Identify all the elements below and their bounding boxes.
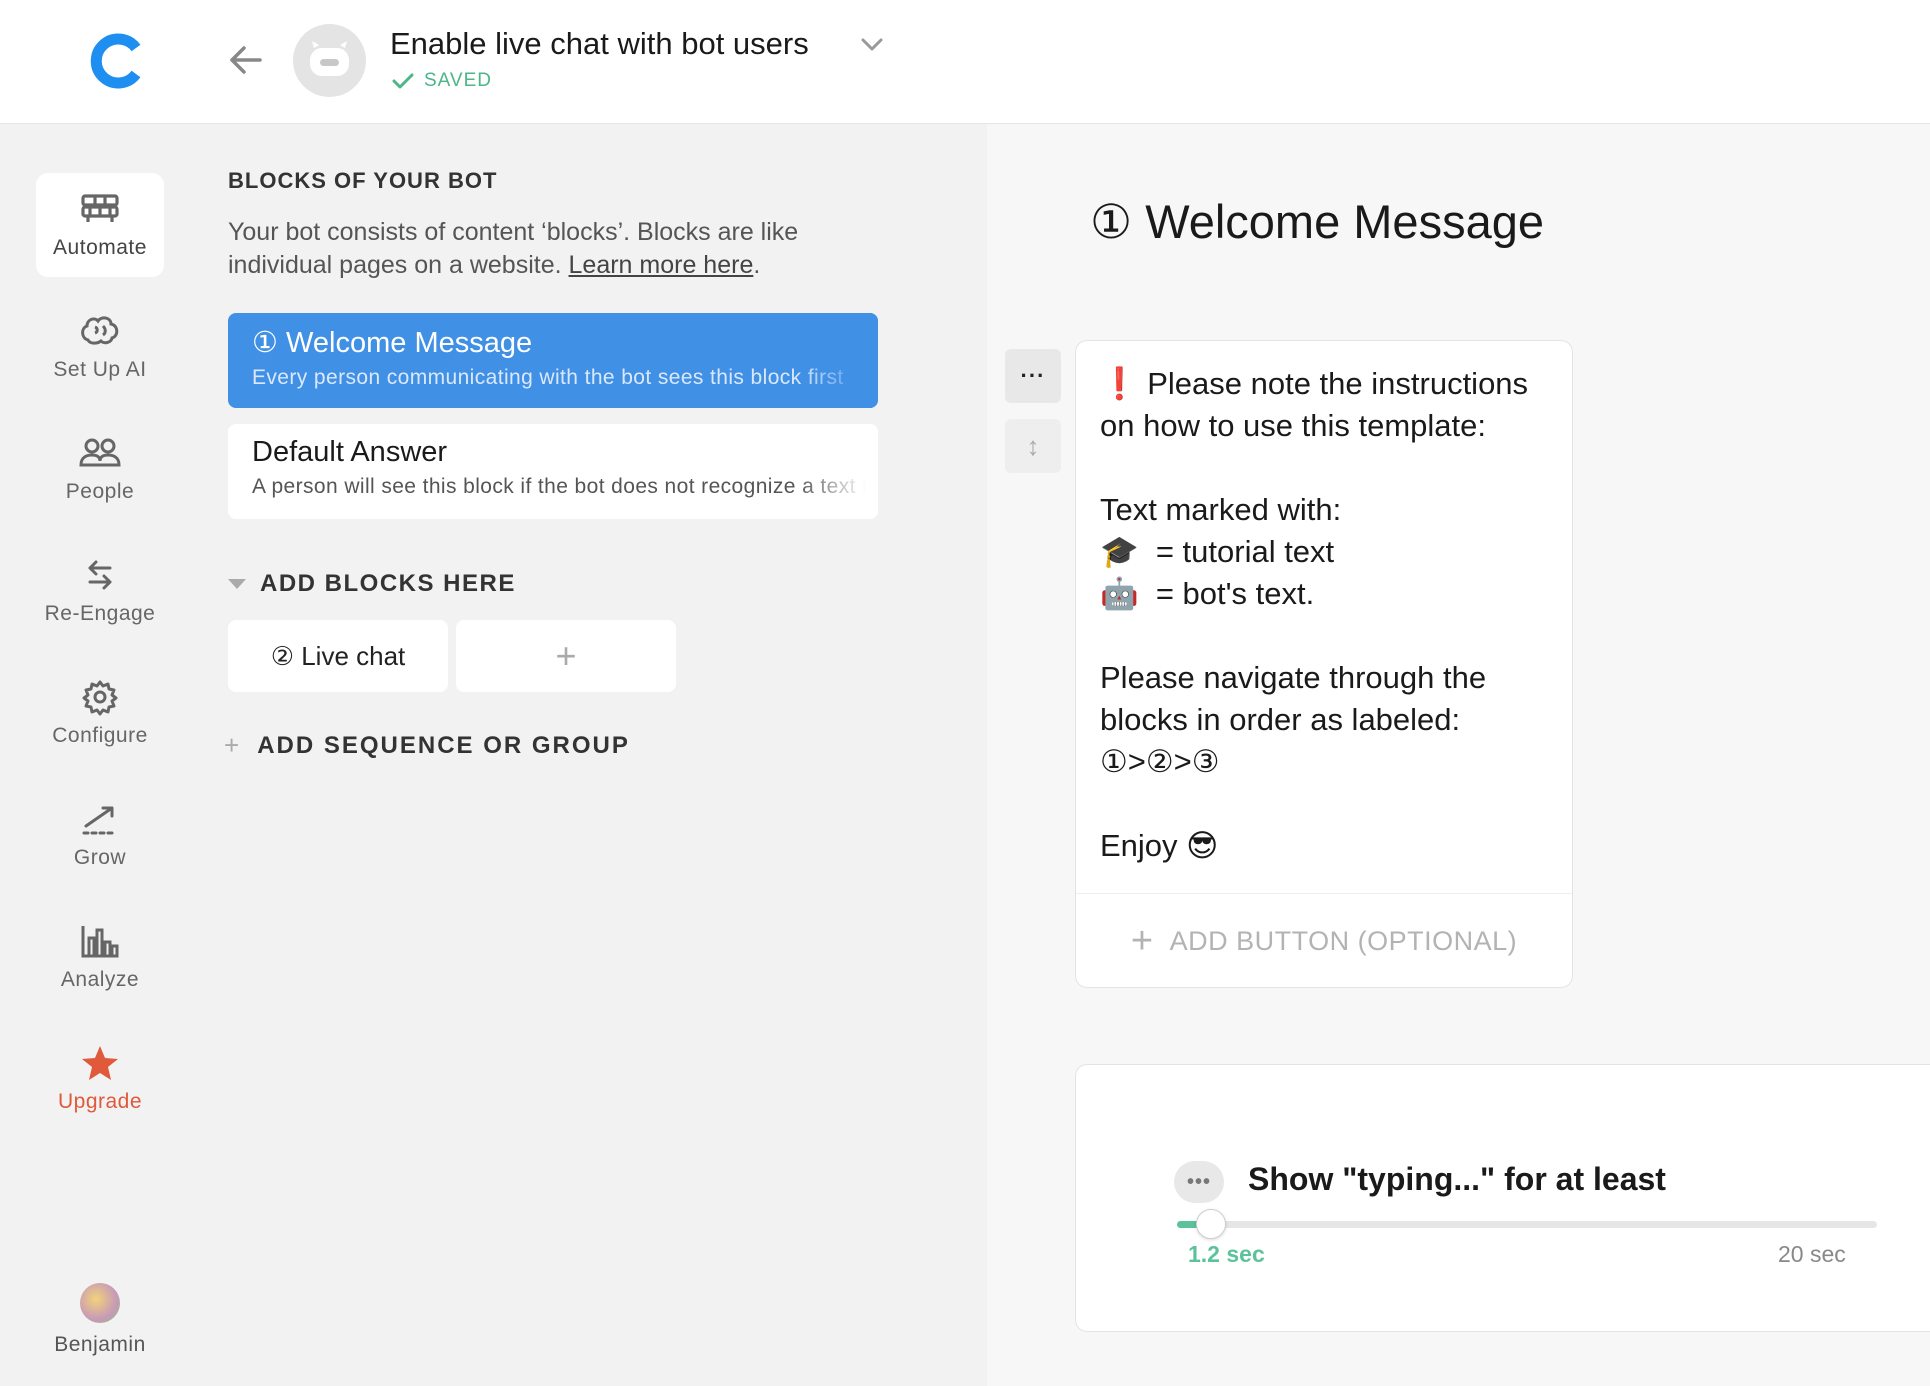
block-chip-label: ② Live chat xyxy=(270,640,406,671)
sidebar-item-re-engage[interactable]: Re-Engage xyxy=(36,539,164,643)
typing-delay-slider[interactable] xyxy=(1177,1209,1877,1239)
block-chip-live-chat[interactable]: ② Live chat xyxy=(228,620,448,692)
sidebar-item-upgrade[interactable]: Upgrade xyxy=(36,1027,164,1131)
block-heading[interactable]: ① Welcome Message xyxy=(1090,194,1544,250)
user-name: Benjamin xyxy=(54,1333,146,1356)
add-blocks-title: ADD BLOCKS HERE xyxy=(260,570,516,597)
collapse-triangle-icon xyxy=(228,579,246,589)
message-text[interactable]: ❗ Please note the instructions on how to… xyxy=(1100,363,1560,867)
description: Your bot consists of content ‘blocks’. B… xyxy=(228,216,888,282)
bot-avatar[interactable] xyxy=(293,24,366,97)
card-more-button[interactable]: ··· xyxy=(1005,349,1061,403)
arrow-left-icon xyxy=(230,46,262,74)
sidebar-item-analyze[interactable]: Analyze xyxy=(36,905,164,1009)
people-icon xyxy=(79,438,121,467)
swap-arrows-icon xyxy=(88,560,112,590)
description-end: . xyxy=(753,251,761,279)
add-button-optional[interactable]: + ADD BUTTON (OPTIONAL) xyxy=(1076,893,1572,989)
learn-more-link[interactable]: Learn more here xyxy=(569,251,754,279)
sidebar-item-label: Re-Engage xyxy=(44,602,156,625)
text-message-card: ❗ Please note the instructions on how to… xyxy=(1075,340,1573,988)
gear-icon xyxy=(82,680,118,716)
sidebar-item-label: Analyze xyxy=(60,968,140,991)
sidebar: Automate Set Up AI People Re-Engage Conf… xyxy=(0,124,172,1386)
fade-overlay xyxy=(798,424,878,519)
saved-label: SAVED xyxy=(424,70,493,91)
back-button[interactable] xyxy=(220,38,272,82)
sidebar-item-grow[interactable]: Grow xyxy=(36,783,164,887)
section-title: BLOCKS OF YOUR BOT xyxy=(228,168,498,193)
card-reorder-handle[interactable]: ↕ xyxy=(1005,419,1061,473)
chatfuel-logo-icon[interactable] xyxy=(68,28,164,92)
add-block-button[interactable]: + xyxy=(456,620,676,692)
sidebar-item-label: People xyxy=(65,480,135,503)
bar-chart-icon xyxy=(81,926,119,958)
add-sequence-label: ADD SEQUENCE OR GROUP xyxy=(257,731,630,759)
block-editor: ① Welcome Message ··· ↕ ❗ Please note th… xyxy=(987,124,1930,1386)
plus-icon: + xyxy=(224,730,242,760)
chevron-down-icon xyxy=(861,38,883,51)
slider-current-value: 1.2 sec xyxy=(1188,1241,1265,1267)
block-card-default-answer[interactable]: Default Answer A person will see this bl… xyxy=(228,424,878,519)
sidebar-item-label: Upgrade xyxy=(57,1090,143,1113)
block-card-welcome-message[interactable]: ① Welcome Message Every person communica… xyxy=(228,313,878,408)
blocks-icon xyxy=(81,194,119,222)
typing-delay-card: ••• Show "typing..." for at least 1.2 se… xyxy=(1075,1064,1930,1332)
title-dropdown-button[interactable] xyxy=(858,34,886,56)
blocks-panel: BLOCKS OF YOUR BOT Your bot consists of … xyxy=(172,124,987,1386)
brain-icon xyxy=(81,316,119,345)
sidebar-item-configure[interactable]: Configure xyxy=(36,661,164,765)
bot-title[interactable]: Enable live chat with bot users xyxy=(390,26,809,62)
slider-thumb[interactable] xyxy=(1196,1209,1226,1239)
typing-dots-icon: ••• xyxy=(1174,1161,1224,1203)
block-title: ① Welcome Message xyxy=(252,327,533,359)
slider-max-value: 20 sec xyxy=(1778,1241,1846,1267)
robot-icon xyxy=(310,41,349,76)
plus-icon: + xyxy=(555,635,577,676)
reorder-icon: ↕ xyxy=(1026,430,1040,461)
add-button-label: ADD BUTTON (OPTIONAL) xyxy=(1169,925,1518,956)
fade-overlay xyxy=(798,313,878,408)
sidebar-user[interactable]: Benjamin xyxy=(36,1268,164,1372)
add-sequence-button[interactable]: + ADD SEQUENCE OR GROUP xyxy=(224,730,630,761)
typing-label: Show "typing..." for at least xyxy=(1248,1161,1666,1197)
sidebar-item-label: Configure xyxy=(52,724,148,747)
sidebar-item-set-up-ai[interactable]: Set Up AI xyxy=(36,295,164,399)
top-header: Enable live chat with bot users SAVED xyxy=(0,0,1930,124)
saved-status: SAVED xyxy=(392,70,492,92)
more-icon: ··· xyxy=(1020,363,1046,388)
add-blocks-group-toggle[interactable]: ADD BLOCKS HERE xyxy=(228,570,516,598)
growth-arrow-icon xyxy=(82,806,118,835)
block-subtitle: A person will see this block if the bot … xyxy=(252,475,878,498)
sidebar-item-people[interactable]: People xyxy=(36,417,164,521)
sidebar-item-label: Grow xyxy=(73,846,127,869)
avatar xyxy=(80,1283,120,1323)
block-title: Default Answer xyxy=(252,436,448,468)
star-icon xyxy=(82,1046,118,1080)
sidebar-item-automate[interactable]: Automate xyxy=(36,173,164,277)
sidebar-item-label: Automate xyxy=(53,236,147,259)
block-subtitle: Every person communicating with the bot … xyxy=(252,366,844,389)
checkmark-icon xyxy=(392,73,414,89)
plus-icon: + xyxy=(1130,919,1154,962)
sidebar-item-label: Set Up AI xyxy=(53,358,147,381)
